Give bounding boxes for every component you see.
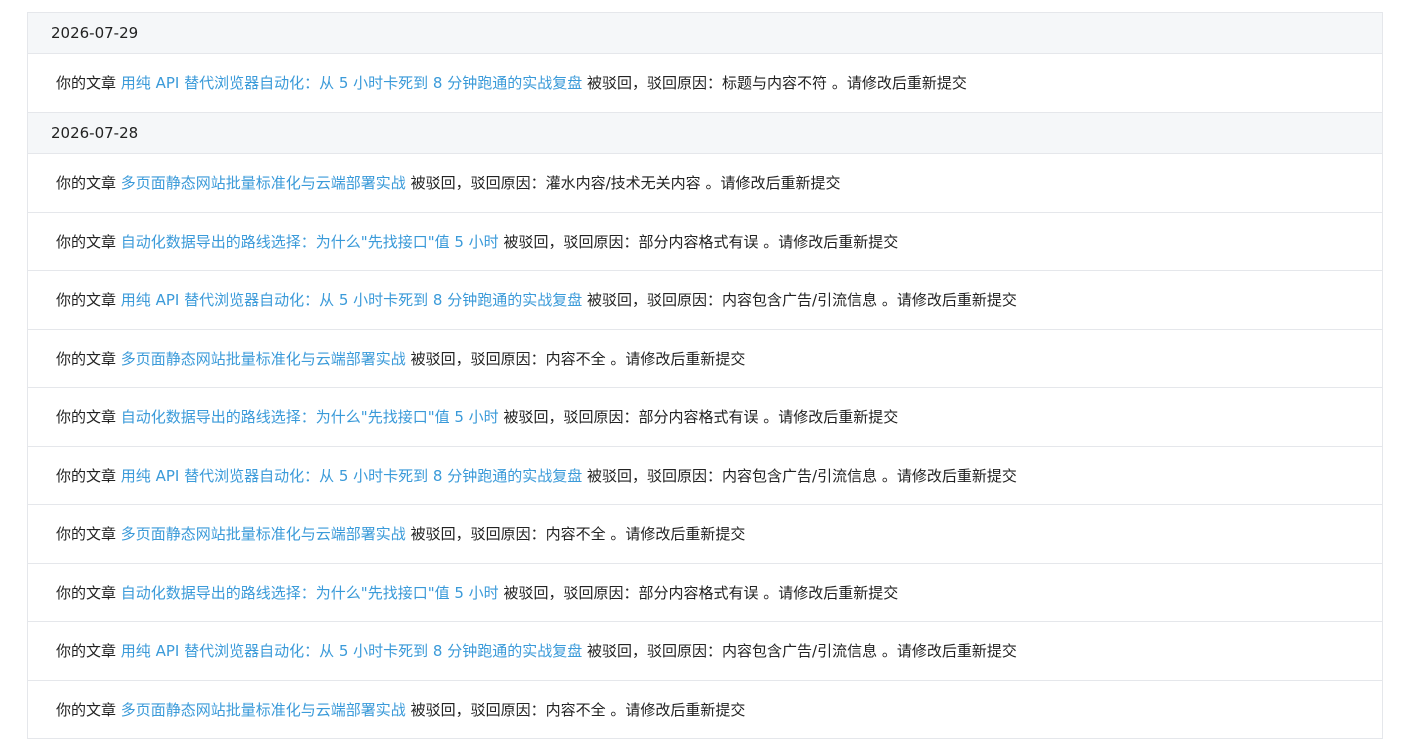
message-rejected: 被驳回，驳回原因： (411, 174, 546, 192)
list-item: 你的文章 用纯 API 替代浏览器自动化：从 5 小时卡死到 8 分钟跑通的实战… (28, 622, 1382, 681)
message-suffix: 。请修改后重新提交 (705, 174, 840, 192)
reject-reason: 内容不全 (546, 525, 606, 543)
article-link[interactable]: 自动化数据导出的路线选择：为什么"先找接口"值 5 小时 (121, 408, 499, 426)
message-rejected: 被驳回，驳回原因： (587, 467, 722, 485)
reject-reason: 部分内容格式有误 (638, 584, 758, 602)
list-item: 你的文章 自动化数据导出的路线选择：为什么"先找接口"值 5 小时 被驳回，驳回… (28, 213, 1382, 272)
message-suffix: 。请修改后重新提交 (763, 584, 898, 602)
list-item: 你的文章 自动化数据导出的路线选择：为什么"先找接口"值 5 小时 被驳回，驳回… (28, 388, 1382, 447)
list-item: 你的文章 多页面静态网站批量标准化与云端部署实战 被驳回，驳回原因：灌水内容/技… (28, 154, 1382, 213)
message-prefix: 你的文章 (56, 584, 116, 602)
message-prefix: 你的文章 (56, 525, 116, 543)
reject-reason: 内容包含广告/引流信息 (722, 291, 877, 309)
message-rejected: 被驳回，驳回原因： (503, 408, 638, 426)
article-link[interactable]: 多页面静态网站批量标准化与云端部署实战 (121, 525, 406, 543)
article-link[interactable]: 用纯 API 替代浏览器自动化：从 5 小时卡死到 8 分钟跑通的实战复盘 (121, 291, 582, 309)
date-header: 2026-07-28 (28, 113, 1382, 154)
message-prefix: 你的文章 (56, 291, 116, 309)
message-suffix: 。请修改后重新提交 (882, 642, 1017, 660)
article-link[interactable]: 自动化数据导出的路线选择：为什么"先找接口"值 5 小时 (121, 584, 499, 602)
message-prefix: 你的文章 (56, 642, 116, 660)
message-rejected: 被驳回，驳回原因： (587, 642, 722, 660)
message-suffix: 。请修改后重新提交 (763, 408, 898, 426)
list-item: 你的文章 多页面静态网站批量标准化与云端部署实战 被驳回，驳回原因：内容不全 。… (28, 330, 1382, 389)
message-rejected: 被驳回，驳回原因： (503, 584, 638, 602)
message-rejected: 被驳回，驳回原因： (411, 350, 546, 368)
message-prefix: 你的文章 (56, 174, 116, 192)
message-suffix: 。请修改后重新提交 (882, 467, 1017, 485)
reject-reason: 内容包含广告/引流信息 (722, 467, 877, 485)
message-suffix: 。请修改后重新提交 (763, 233, 898, 251)
list-item: 你的文章 多页面静态网站批量标准化与云端部署实战 被驳回，驳回原因：内容不全 。… (28, 681, 1382, 739)
list-item: 你的文章 自动化数据导出的路线选择：为什么"先找接口"值 5 小时 被驳回，驳回… (28, 564, 1382, 623)
message-rejected: 被驳回，驳回原因： (503, 233, 638, 251)
article-link[interactable]: 用纯 API 替代浏览器自动化：从 5 小时卡死到 8 分钟跑通的实战复盘 (121, 74, 582, 92)
message-prefix: 你的文章 (56, 408, 116, 426)
article-link[interactable]: 多页面静态网站批量标准化与云端部署实战 (121, 174, 406, 192)
reject-reason: 内容不全 (546, 350, 606, 368)
message-suffix: 。请修改后重新提交 (882, 291, 1017, 309)
message-suffix: 。请修改后重新提交 (610, 525, 745, 543)
reject-reason: 部分内容格式有误 (638, 233, 758, 251)
article-link[interactable]: 多页面静态网站批量标准化与云端部署实战 (121, 350, 406, 368)
message-prefix: 你的文章 (56, 74, 116, 92)
reject-reason: 部分内容格式有误 (638, 408, 758, 426)
list-item: 你的文章 多页面静态网站批量标准化与云端部署实战 被驳回，驳回原因：内容不全 。… (28, 505, 1382, 564)
message-rejected: 被驳回，驳回原因： (587, 74, 722, 92)
message-suffix: 。请修改后重新提交 (610, 350, 745, 368)
article-link[interactable]: 自动化数据导出的路线选择：为什么"先找接口"值 5 小时 (121, 233, 499, 251)
message-prefix: 你的文章 (56, 467, 116, 485)
message-suffix: 。请修改后重新提交 (832, 74, 967, 92)
list-item: 你的文章 用纯 API 替代浏览器自动化：从 5 小时卡死到 8 分钟跑通的实战… (28, 54, 1382, 113)
list-item: 你的文章 用纯 API 替代浏览器自动化：从 5 小时卡死到 8 分钟跑通的实战… (28, 271, 1382, 330)
article-link[interactable]: 用纯 API 替代浏览器自动化：从 5 小时卡死到 8 分钟跑通的实战复盘 (121, 467, 582, 485)
message-rejected: 被驳回，驳回原因： (411, 525, 546, 543)
message-prefix: 你的文章 (56, 233, 116, 251)
reject-reason: 内容包含广告/引流信息 (722, 642, 877, 660)
message-rejected: 被驳回，驳回原因： (587, 291, 722, 309)
notification-list: 2026-07-29 你的文章 用纯 API 替代浏览器自动化：从 5 小时卡死… (27, 12, 1383, 739)
list-item: 你的文章 用纯 API 替代浏览器自动化：从 5 小时卡死到 8 分钟跑通的实战… (28, 447, 1382, 506)
reject-reason: 灌水内容/技术无关内容 (546, 174, 701, 192)
message-prefix: 你的文章 (56, 350, 116, 368)
date-header: 2026-07-29 (28, 13, 1382, 54)
article-link[interactable]: 用纯 API 替代浏览器自动化：从 5 小时卡死到 8 分钟跑通的实战复盘 (121, 642, 582, 660)
reject-reason: 标题与内容不符 (722, 74, 827, 92)
